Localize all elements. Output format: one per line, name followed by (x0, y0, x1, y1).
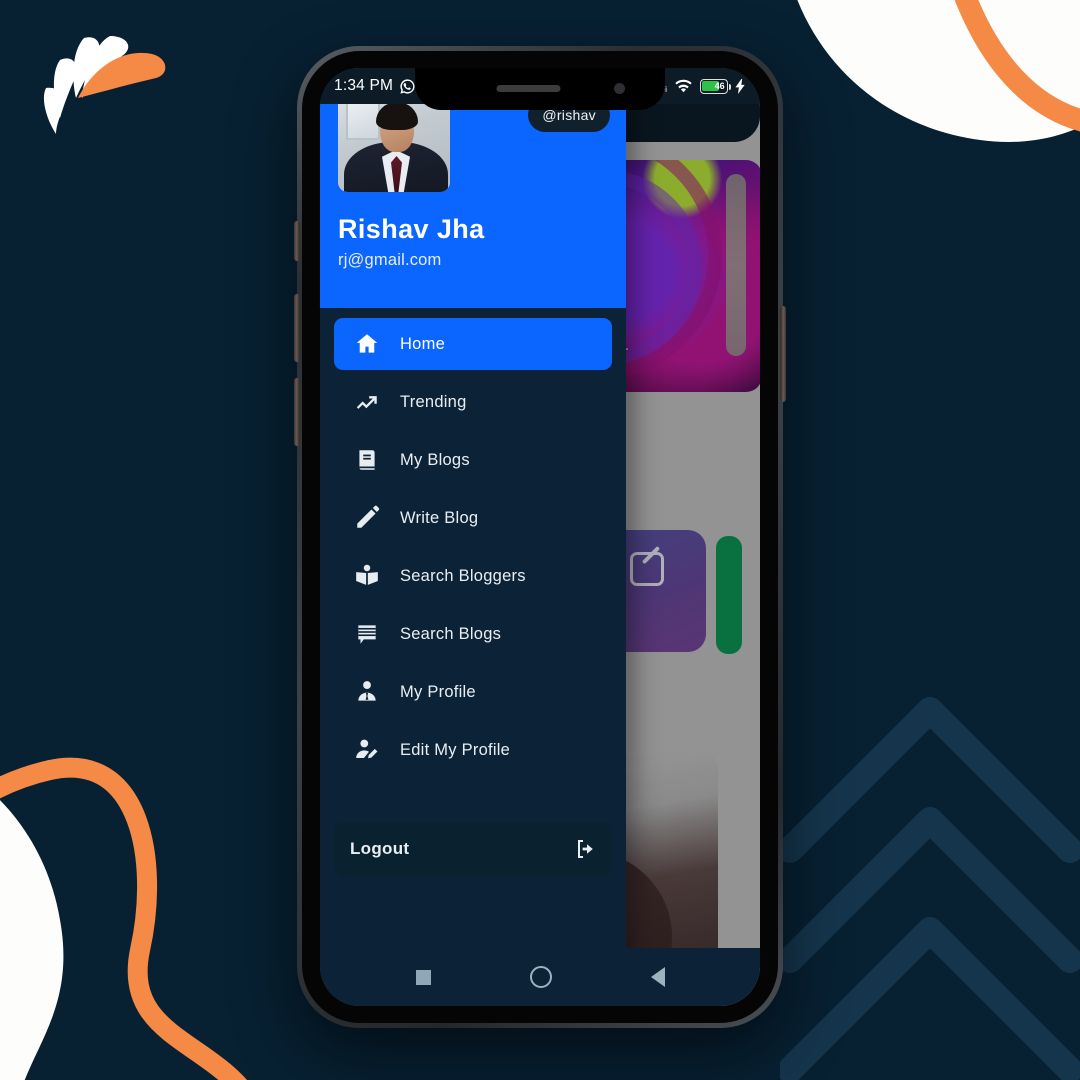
back-triangle-icon[interactable] (650, 967, 665, 987)
person-tie-icon (344, 679, 390, 705)
navigation-drawer: @rishav Rishav Jha rj@gmail.com Home Tre… (320, 68, 626, 1006)
book-icon (344, 447, 390, 473)
phone-silent-switch[interactable] (294, 221, 300, 261)
phone-volume-down-button[interactable] (294, 378, 300, 446)
poster-stage: sectetur... rite a Blog erson bought 1:3… (0, 0, 1080, 1080)
recents-square-icon[interactable] (415, 969, 431, 985)
menu-item-label: Trending (400, 392, 467, 411)
wifi-icon (675, 79, 692, 92)
menu-item-edit-my-profile[interactable]: Edit My Profile (334, 724, 612, 776)
menu-item-label: Search Blogs (400, 624, 502, 643)
menu-item-label: Home (400, 334, 446, 353)
menu-item-label: Edit My Profile (400, 740, 511, 759)
menu-item-search-bloggers[interactable]: Search Bloggers (334, 550, 612, 602)
profile-email: rj@gmail.com (338, 251, 442, 269)
phone-volume-up-button[interactable] (294, 294, 300, 362)
pencil-icon (344, 505, 390, 531)
home-icon (344, 331, 390, 357)
phone-screen: sectetur... rite a Blog erson bought 1:3… (320, 68, 760, 1006)
menu-item-label: My Profile (400, 682, 476, 701)
trending-up-icon (344, 389, 390, 415)
logout-label: Logout (350, 839, 410, 858)
status-bar-clock: 1:34 PM (334, 77, 394, 94)
menu-item-label: Write Blog (400, 508, 479, 527)
menu-item-my-blogs[interactable]: My Blogs (334, 434, 612, 486)
charging-bolt-icon (735, 78, 745, 94)
logout-arrow-icon (574, 837, 598, 861)
chevron-pattern-decoration (780, 697, 1080, 1080)
battery-percent-label: 46 (714, 81, 725, 91)
home-circle-icon[interactable] (529, 966, 552, 988)
phone-mockup: sectetur... rite a Blog erson bought 1:3… (294, 46, 786, 1028)
menu-item-home[interactable]: Home (334, 318, 612, 370)
feather-swoosh-logo (43, 36, 166, 134)
menu-item-write-blog[interactable]: Write Blog (334, 492, 612, 544)
front-camera (614, 83, 625, 94)
stacked-lines-icon (344, 621, 390, 647)
open-book-user-icon (344, 563, 390, 589)
system-navigation-bar (320, 948, 760, 1006)
drawer-menu: Home Trending My Blogs Write Blog Search… (320, 308, 626, 816)
phone-notch (415, 68, 665, 110)
menu-item-search-blogs[interactable]: Search Blogs (334, 608, 612, 660)
menu-item-my-profile[interactable]: My Profile (334, 666, 612, 718)
menu-item-trending[interactable]: Trending (334, 376, 612, 428)
logout-button[interactable]: Logout (334, 822, 612, 876)
earpiece-speaker (496, 85, 561, 92)
person-edit-icon (344, 737, 390, 763)
battery-icon: 46 (700, 78, 732, 94)
profile-name: Rishav Jha (338, 214, 485, 244)
menu-item-label: Search Bloggers (400, 566, 526, 585)
phone-power-button[interactable] (780, 306, 786, 402)
menu-item-label: My Blogs (400, 450, 470, 469)
whatsapp-icon (400, 78, 415, 94)
